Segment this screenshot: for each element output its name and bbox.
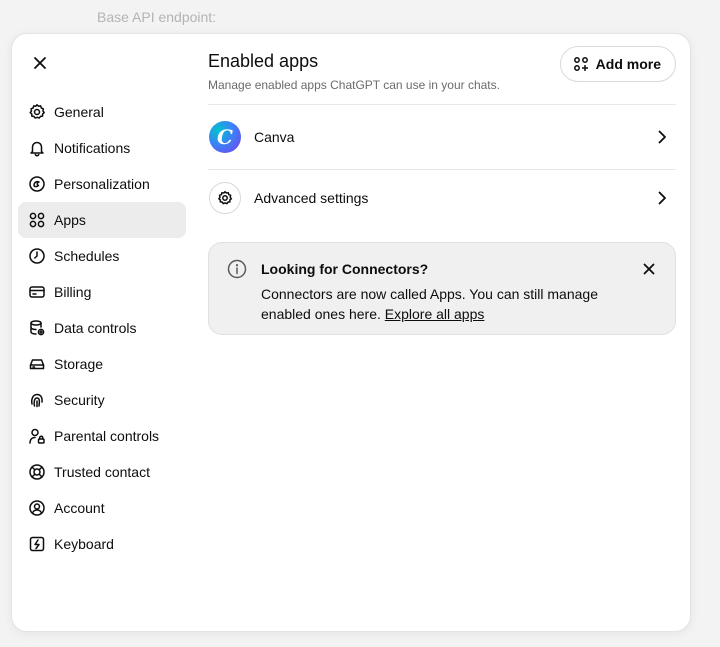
canva-logo-icon: C bbox=[209, 121, 241, 153]
gear-icon bbox=[28, 103, 46, 121]
user-circle-icon bbox=[28, 499, 46, 517]
sidebar-item-storage[interactable]: Storage bbox=[18, 346, 186, 382]
apps-plus-icon bbox=[573, 57, 588, 71]
user-lock-icon bbox=[28, 427, 46, 445]
sidebar-item-label: Personalization bbox=[54, 176, 150, 192]
add-more-label: Add more bbox=[595, 56, 661, 72]
storage-icon bbox=[28, 355, 46, 373]
sidebar-item-label: Billing bbox=[54, 284, 92, 300]
add-more-button[interactable]: Add more bbox=[559, 46, 676, 82]
sidebar-item-label: Parental controls bbox=[54, 428, 160, 444]
settings-dialog: General Notifications Personalization Ap… bbox=[11, 33, 691, 632]
chevron-right-icon bbox=[652, 127, 672, 147]
sidebar-item-schedules[interactable]: Schedules bbox=[18, 238, 186, 274]
sidebar-item-apps[interactable]: Apps bbox=[18, 202, 186, 238]
sidebar-item-label: Data controls bbox=[54, 320, 137, 336]
sidebar-item-label: Security bbox=[54, 392, 105, 408]
sidebar-item-label: General bbox=[54, 104, 104, 120]
app-row-label: Advanced settings bbox=[254, 190, 369, 206]
app-row-advanced-settings[interactable]: Advanced settings bbox=[208, 174, 676, 222]
chevron-right-icon bbox=[652, 188, 672, 208]
sidebar-item-security[interactable]: Security bbox=[18, 382, 186, 418]
app-row-canva[interactable]: C Canva bbox=[208, 113, 676, 161]
notice-body: Connectors are now called Apps. You can … bbox=[261, 284, 631, 324]
sidebar-item-notifications[interactable]: Notifications bbox=[18, 130, 186, 166]
settings-sidebar: General Notifications Personalization Ap… bbox=[18, 94, 186, 562]
sidebar-item-billing[interactable]: Billing bbox=[18, 274, 186, 310]
page-title: Enabled apps bbox=[208, 51, 319, 71]
sidebar-item-label: Account bbox=[54, 500, 105, 516]
divider bbox=[208, 104, 676, 105]
notice-title: Looking for Connectors? bbox=[261, 261, 429, 277]
database-icon bbox=[28, 319, 46, 337]
connectors-notice: Looking for Connectors? Connectors are n… bbox=[208, 242, 676, 335]
sidebar-item-keyboard[interactable]: Keyboard bbox=[18, 526, 186, 562]
sidebar-item-data-controls[interactable]: Data controls bbox=[18, 310, 186, 346]
sidebar-item-general[interactable]: General bbox=[18, 94, 186, 130]
sidebar-item-account[interactable]: Account bbox=[18, 490, 186, 526]
apps-grid-icon bbox=[28, 211, 46, 229]
sidebar-item-label: Trusted contact bbox=[54, 464, 150, 480]
bell-icon bbox=[28, 139, 46, 157]
sidebar-item-label: Schedules bbox=[54, 248, 120, 264]
sidebar-item-label: Notifications bbox=[54, 140, 131, 156]
explore-all-apps-link[interactable]: Explore all apps bbox=[385, 306, 485, 322]
backdrop-field-label: Base API endpoint: bbox=[97, 9, 217, 25]
close-icon bbox=[32, 55, 48, 76]
credit-card-icon bbox=[28, 283, 46, 301]
personalization-icon bbox=[28, 175, 46, 193]
sidebar-item-personalization[interactable]: Personalization bbox=[18, 166, 186, 202]
sidebar-item-label: Storage bbox=[54, 356, 104, 372]
sidebar-item-label: Apps bbox=[54, 212, 86, 228]
gear-icon bbox=[209, 182, 241, 214]
keyboard-icon bbox=[28, 535, 46, 553]
notice-close-button[interactable] bbox=[639, 259, 659, 279]
divider bbox=[208, 169, 676, 170]
info-icon bbox=[227, 259, 247, 279]
close-icon bbox=[643, 263, 655, 275]
clock-icon bbox=[28, 247, 46, 265]
sidebar-item-trusted-contact[interactable]: Trusted contact bbox=[18, 454, 186, 490]
sidebar-item-parental-controls[interactable]: Parental controls bbox=[18, 418, 186, 454]
close-button[interactable] bbox=[26, 51, 54, 79]
page-subtitle: Manage enabled apps ChatGPT can use in y… bbox=[208, 78, 500, 92]
sidebar-item-label: Keyboard bbox=[54, 536, 114, 552]
fingerprint-icon bbox=[28, 391, 46, 409]
lifebuoy-icon bbox=[28, 463, 46, 481]
app-row-label: Canva bbox=[254, 129, 295, 145]
